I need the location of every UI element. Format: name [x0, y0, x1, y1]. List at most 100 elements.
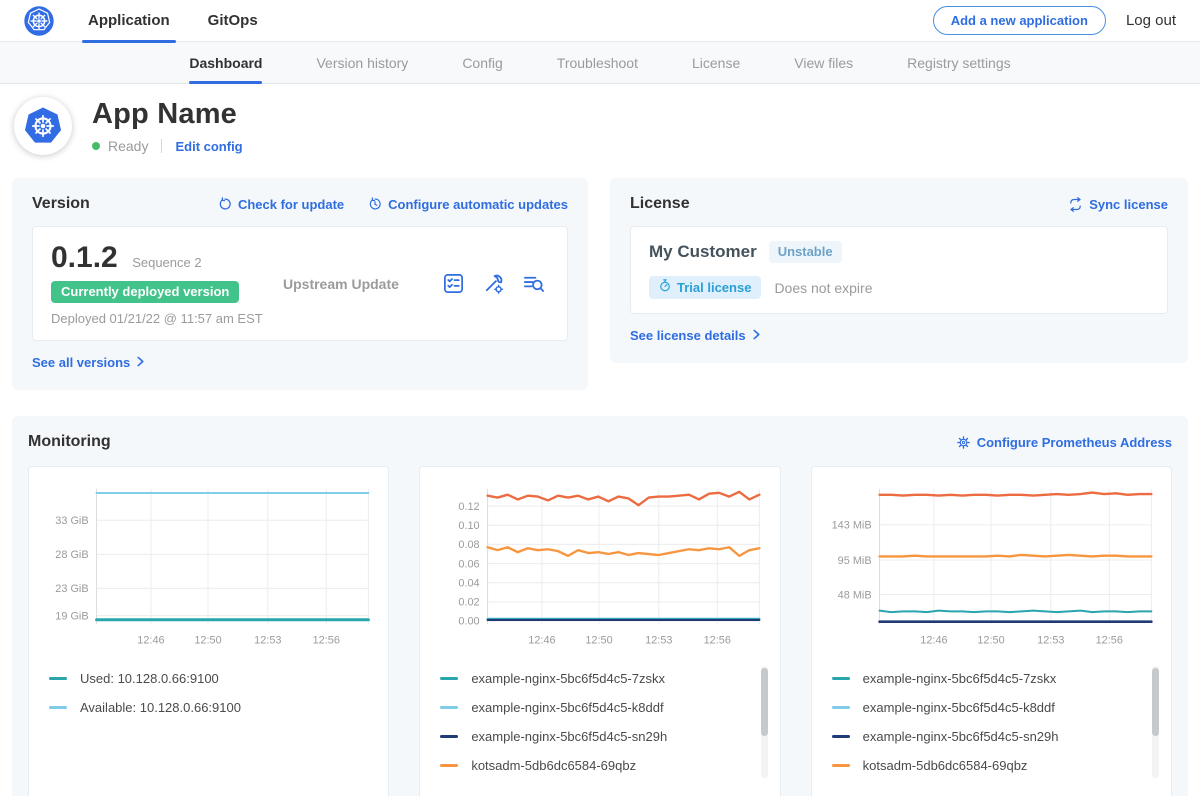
svg-text:12:46: 12:46	[529, 635, 556, 647]
license-expiration: Does not expire	[774, 280, 872, 296]
update-history-icon	[368, 197, 382, 211]
legend-color-dash	[440, 677, 458, 680]
stopwatch-icon	[659, 279, 671, 295]
kubernetes-logo-icon[interactable]	[24, 6, 54, 36]
legend-label: example-nginx-5bc6f5d4c5-sn29h	[863, 729, 1059, 744]
deployed-version-badge: Currently deployed version	[51, 281, 239, 303]
memory-usage-plot: 48 MiB95 MiB143 MiB12:4612:5012:5312:56	[824, 481, 1159, 652]
see-license-details-link[interactable]: See license details	[630, 328, 761, 343]
svg-text:12:46: 12:46	[920, 635, 947, 647]
legend-color-dash	[832, 735, 850, 738]
legend-label: example-nginx-5bc6f5d4c5-7zskx	[471, 671, 665, 686]
cpu-usage-chart-card: 0.000.020.040.060.080.100.1212:4612:5012…	[419, 466, 780, 796]
legend-item[interactable]: Available: 10.128.0.66:9100	[49, 693, 360, 722]
svg-text:12:53: 12:53	[645, 635, 672, 647]
channel-badge: Unstable	[769, 241, 842, 263]
app-status-text: Ready	[108, 138, 148, 154]
legend-scrollbar-thumb[interactable]	[761, 668, 768, 736]
legend-item[interactable]: example-nginx-5bc6f5d4c5-7zskx	[832, 664, 1143, 693]
legend-item[interactable]: kotsadm-5db6dc6584-69qbz	[832, 751, 1143, 780]
legend-color-dash	[832, 706, 850, 709]
version-card: Version Check for update	[12, 178, 588, 390]
deployed-timestamp: Deployed 01/21/22 @ 11:57 am EST	[51, 311, 283, 326]
version-source-label: Upstream Update	[283, 276, 442, 292]
legend-label: example-nginx-5bc6f5d4c5-k8ddf	[863, 700, 1055, 715]
svg-text:12:50: 12:50	[586, 635, 613, 647]
sync-license-button[interactable]: Sync license	[1068, 197, 1168, 212]
svg-text:0.02: 0.02	[459, 597, 480, 609]
see-all-versions-link[interactable]: See all versions	[32, 355, 145, 370]
version-number: 0.1.2	[51, 241, 118, 274]
add-application-button[interactable]: Add a new application	[933, 6, 1106, 35]
svg-text:143 MiB: 143 MiB	[831, 520, 871, 532]
current-version-box: 0.1.2 Sequence 2 Currently deployed vers…	[32, 226, 568, 341]
subnav-registry-settings[interactable]: Registry settings	[907, 42, 1010, 83]
refresh-icon	[218, 197, 232, 211]
subnav-license[interactable]: License	[692, 42, 740, 83]
divider	[161, 139, 162, 153]
config-wrench-icon[interactable]	[482, 272, 505, 295]
subnav-troubleshoot[interactable]: Troubleshoot	[557, 42, 638, 83]
edit-config-link[interactable]: Edit config	[175, 139, 242, 154]
monitoring-title: Monitoring	[28, 433, 111, 451]
check-for-update-button[interactable]: Check for update	[218, 197, 344, 212]
svg-text:33 GiB: 33 GiB	[55, 515, 88, 527]
svg-text:0.00: 0.00	[459, 616, 480, 628]
legend-item[interactable]: kotsadm-5db6dc6584-69qbz	[440, 751, 751, 780]
subnav-dashboard[interactable]: Dashboard	[189, 42, 262, 83]
legend-color-dash	[440, 735, 458, 738]
subnav-version-history[interactable]: Version history	[316, 42, 408, 83]
legend-item[interactable]: example-nginx-5bc6f5d4c5-k8ddf	[832, 693, 1143, 722]
gear-icon	[956, 435, 971, 450]
svg-text:12:56: 12:56	[1095, 635, 1122, 647]
svg-text:0.08: 0.08	[459, 539, 480, 551]
version-card-title: Version	[32, 195, 90, 213]
svg-text:0.10: 0.10	[459, 520, 480, 532]
cpu-usage-plot: 0.000.020.040.060.080.100.1212:4612:5012…	[432, 481, 767, 652]
legend-color-dash	[49, 706, 67, 709]
tab-application[interactable]: Application	[88, 0, 170, 42]
svg-text:0.04: 0.04	[459, 577, 480, 589]
ready-status-dot	[92, 142, 100, 150]
configure-automatic-updates-button[interactable]: Configure automatic updates	[368, 197, 568, 212]
svg-text:28 GiB: 28 GiB	[55, 549, 88, 561]
legend-label: kotsadm-5db6dc6584-69qbz	[471, 758, 636, 773]
disk-usage-chart-card: 19 GiB23 GiB28 GiB33 GiB12:4612:5012:531…	[28, 466, 389, 796]
cpu-usage-legend: example-nginx-5bc6f5d4c5-7zskx example-ng…	[432, 664, 767, 786]
legend-color-dash	[832, 677, 850, 680]
legend-item[interactable]: Used: 10.128.0.66:9100	[49, 664, 360, 693]
top-nav: Application GitOps Add a new application…	[0, 0, 1200, 42]
chevron-right-icon	[136, 355, 145, 370]
legend-label: example-nginx-5bc6f5d4c5-7zskx	[863, 671, 1057, 686]
legend-item[interactable]: example-nginx-5bc6f5d4c5-k8ddf	[440, 693, 751, 722]
legend-color-dash	[832, 764, 850, 767]
logout-button[interactable]: Log out	[1126, 12, 1176, 29]
legend-scrollbar-thumb[interactable]	[1152, 668, 1159, 736]
disk-usage-legend: Used: 10.128.0.66:9100Available: 10.128.…	[41, 664, 376, 786]
memory-usage-chart-card: 48 MiB95 MiB143 MiB12:4612:5012:5312:56e…	[811, 466, 1172, 796]
svg-text:12:50: 12:50	[194, 635, 221, 647]
svg-text:0.06: 0.06	[459, 558, 480, 570]
legend-label: kotsadm-5db6dc6584-69qbz	[863, 758, 1028, 773]
app-sub-nav: Dashboard Version history Config Trouble…	[0, 42, 1200, 84]
subnav-view-files[interactable]: View files	[794, 42, 853, 83]
legend-scrollbar	[1152, 666, 1159, 778]
configure-prometheus-button[interactable]: Configure Prometheus Address	[956, 435, 1172, 450]
page-title: App Name	[92, 98, 243, 131]
legend-item[interactable]: example-nginx-5bc6f5d4c5-sn29h	[832, 722, 1143, 751]
preflight-checks-icon[interactable]	[442, 272, 465, 295]
svg-text:12:53: 12:53	[254, 635, 281, 647]
legend-color-dash	[440, 764, 458, 767]
svg-text:48 MiB: 48 MiB	[837, 589, 871, 601]
memory-usage-legend: example-nginx-5bc6f5d4c5-7zskx example-ng…	[824, 664, 1159, 786]
subnav-config[interactable]: Config	[462, 42, 502, 83]
tab-gitops[interactable]: GitOps	[208, 0, 258, 42]
monitoring-section: Monitoring Configure Prometheus Address	[12, 416, 1188, 796]
svg-text:12:56: 12:56	[704, 635, 731, 647]
legend-item[interactable]: example-nginx-5bc6f5d4c5-sn29h	[440, 722, 751, 751]
legend-item[interactable]: example-nginx-5bc6f5d4c5-7zskx	[440, 664, 751, 693]
legend-scrollbar	[761, 666, 768, 778]
svg-text:12:56: 12:56	[313, 635, 340, 647]
legend-color-dash	[440, 706, 458, 709]
deploy-logs-icon[interactable]	[522, 272, 545, 295]
